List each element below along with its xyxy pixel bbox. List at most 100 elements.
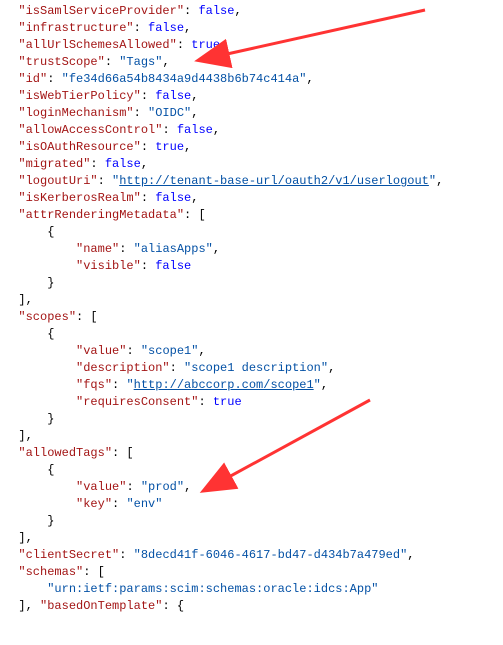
code-line: "isKerberosRealm": false, bbox=[4, 190, 499, 207]
code-line: "key": "env" bbox=[4, 496, 499, 513]
json-token: , bbox=[328, 361, 335, 375]
json-token: : bbox=[119, 548, 133, 562]
json-token: "requiresConsent" bbox=[76, 395, 198, 409]
json-token: { bbox=[47, 225, 54, 239]
json-token: , bbox=[184, 140, 191, 154]
json-token: , bbox=[234, 4, 241, 18]
json-token: , bbox=[191, 89, 198, 103]
json-token: : bbox=[126, 480, 140, 494]
json-token: "isWebTierPolicy" bbox=[18, 89, 140, 103]
json-token: false bbox=[148, 21, 184, 35]
code-line: "schemas": [ bbox=[4, 564, 499, 581]
code-line: "fqs": "http://abccorp.com/scope1", bbox=[4, 377, 499, 394]
json-token: "scope1 description" bbox=[184, 361, 328, 375]
json-token: { bbox=[47, 327, 54, 341]
code-line: ], bbox=[4, 292, 499, 309]
json-token: "name" bbox=[76, 242, 119, 256]
code-line: "id": "fe34d66a54b8434a9d4438b6b74c414a"… bbox=[4, 71, 499, 88]
json-token: : bbox=[141, 191, 155, 205]
code-line: "allowedTags": [ bbox=[4, 445, 499, 462]
json-token: "attrRenderingMetadata" bbox=[18, 208, 184, 222]
json-token: ], bbox=[18, 531, 32, 545]
json-token: : bbox=[141, 259, 155, 273]
code-line: } bbox=[4, 411, 499, 428]
json-token: : bbox=[112, 378, 126, 392]
json-token: "fe34d66a54b8434a9d4438b6b74c414a" bbox=[62, 72, 307, 86]
json-token: "value" bbox=[76, 344, 126, 358]
code-line: "visible": false bbox=[4, 258, 499, 275]
json-token: " bbox=[314, 378, 321, 392]
json-token: "scopes" bbox=[18, 310, 76, 324]
code-line: ], bbox=[4, 428, 499, 445]
json-token: : [ bbox=[76, 310, 98, 324]
code-line: "isSamlServiceProvider": false, bbox=[4, 3, 499, 20]
code-line: { bbox=[4, 224, 499, 241]
json-token: , bbox=[191, 106, 198, 120]
json-token: " bbox=[429, 174, 436, 188]
json-token: , bbox=[321, 378, 328, 392]
code-line: "allUrlSchemesAllowed": true, bbox=[4, 37, 499, 54]
code-line: { bbox=[4, 462, 499, 479]
json-token: "prod" bbox=[141, 480, 184, 494]
json-token: "logoutUri" bbox=[18, 174, 97, 188]
code-line: "attrRenderingMetadata": [ bbox=[4, 207, 499, 224]
json-token: "allowAccessControl" bbox=[18, 123, 162, 137]
json-token: } bbox=[47, 276, 54, 290]
json-token: false bbox=[198, 4, 234, 18]
code-line: "description": "scope1 description", bbox=[4, 360, 499, 377]
json-token: "isOAuthResource" bbox=[18, 140, 140, 154]
json-token: , bbox=[407, 548, 414, 562]
json-token: } bbox=[47, 514, 54, 528]
json-token: : [ bbox=[112, 446, 134, 460]
json-token: ], bbox=[18, 293, 32, 307]
json-token: , bbox=[306, 72, 313, 86]
code-line: "trustScope": "Tags", bbox=[4, 54, 499, 71]
json-token: : [ bbox=[83, 565, 105, 579]
json-token: "aliasApps" bbox=[134, 242, 213, 256]
code-line: "isWebTierPolicy": false, bbox=[4, 88, 499, 105]
json-token: "allUrlSchemesAllowed" bbox=[18, 38, 176, 52]
json-token: { bbox=[47, 463, 54, 477]
json-token: "basedOnTemplate" bbox=[40, 599, 162, 613]
json-token: , bbox=[191, 191, 198, 205]
json-token: : bbox=[162, 123, 176, 137]
json-token: "key" bbox=[76, 497, 112, 511]
json-token: , bbox=[141, 157, 148, 171]
code-line: "loginMechanism": "OIDC", bbox=[4, 105, 499, 122]
json-token: "8decd41f-6046-4617-bd47-d434b7a479ed" bbox=[134, 548, 408, 562]
json-token: "infrastructure" bbox=[18, 21, 133, 35]
json-token: "env" bbox=[126, 497, 162, 511]
code-line: "infrastructure": false, bbox=[4, 20, 499, 37]
code-line: ], bbox=[4, 530, 499, 547]
json-token: ], bbox=[18, 599, 40, 613]
code-line: } bbox=[4, 275, 499, 292]
json-token: , bbox=[436, 174, 443, 188]
json-token: "isKerberosRealm" bbox=[18, 191, 140, 205]
json-token: true bbox=[213, 395, 242, 409]
json-token: "Tags" bbox=[119, 55, 162, 69]
json-token: "allowedTags" bbox=[18, 446, 112, 460]
json-token: "id" bbox=[18, 72, 47, 86]
json-token: : bbox=[47, 72, 61, 86]
json-token: : { bbox=[162, 599, 184, 613]
json-token: "clientSecret" bbox=[18, 548, 119, 562]
json-token: , bbox=[220, 38, 227, 52]
json-token: "description" bbox=[76, 361, 170, 375]
json-token: : bbox=[134, 106, 148, 120]
json-token: : bbox=[170, 361, 184, 375]
json-token: , bbox=[198, 344, 205, 358]
code-line: "allowAccessControl": false, bbox=[4, 122, 499, 139]
json-token: , bbox=[184, 480, 191, 494]
json-token: : bbox=[198, 395, 212, 409]
json-token: ], bbox=[18, 429, 32, 443]
json-token: "visible" bbox=[76, 259, 141, 273]
code-line: ], "basedOnTemplate": { bbox=[4, 598, 499, 615]
json-token: : bbox=[119, 242, 133, 256]
json-token: : [ bbox=[184, 208, 206, 222]
json-token: , bbox=[162, 55, 169, 69]
json-token: : bbox=[134, 21, 148, 35]
code-line: "urn:ietf:params:scim:schemas:oracle:idc… bbox=[4, 581, 499, 598]
json-token: false bbox=[105, 157, 141, 171]
json-token: "isSamlServiceProvider" bbox=[18, 4, 184, 18]
json-token: true bbox=[155, 140, 184, 154]
